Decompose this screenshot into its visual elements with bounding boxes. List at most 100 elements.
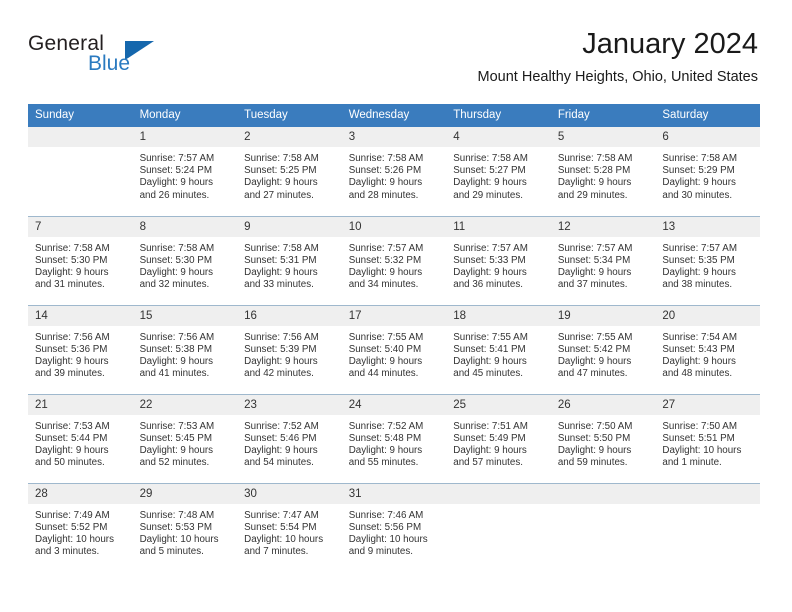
calendar-day-cell[interactable]: 24 Sunrise: 7:52 AM Sunset: 5:48 PM Dayligh… — [341, 393, 447, 483]
daylight-text-line1: Daylight: 9 hours — [453, 266, 527, 278]
daylight-text-line2: and 5 minutes. — [139, 546, 204, 558]
daylight-text-line1: Daylight: 9 hours — [557, 355, 632, 367]
calendar-day-cell[interactable]: 13 Sunrise: 7:57 AM Sunset: 5:35 PM Dayligh… — [655, 215, 760, 305]
day-sun-info: Sunrise: 7:58 AM Sunset: 5:27 PM Daylight:… — [446, 147, 551, 202]
calendar-day-cell[interactable]: 25 Sunrise: 7:51 AM Sunset: 5:49 PM Dayligh… — [446, 393, 551, 483]
day-number — [550, 483, 656, 504]
daylight-text-line1: Daylight: 9 hours — [35, 266, 109, 278]
title-block: January 2024 Mount Healthy Heights, Ohio… — [478, 26, 758, 88]
calendar-day-cell[interactable]: 26 Sunrise: 7:50 AM Sunset: 5:50 PM Dayligh… — [550, 393, 656, 483]
page-title: January 2024 — [582, 28, 758, 60]
daylight-text-line1: Daylight: 9 hours — [244, 177, 318, 189]
calendar-day-cell[interactable]: 20 Sunrise: 7:54 AM Sunset: 5:43 PM Dayligh… — [655, 304, 760, 394]
day-sun-info: Sunrise: 7:50 AM Sunset: 5:50 PM Daylight:… — [551, 415, 656, 470]
day-sun-info: Sunrise: 7:56 AM Sunset: 5:39 PM Daylight:… — [237, 326, 342, 381]
daylight-text-line1: Daylight: 9 hours — [139, 355, 214, 367]
day-number: 22 — [132, 394, 238, 415]
calendar-day-cell[interactable]: 5 Sunrise: 7:58 AM Sunset: 5:28 PM Daylight… — [550, 127, 656, 216]
calendar-day-cell[interactable]: 27 Sunrise: 7:50 AM Sunset: 5:51 PM Dayligh… — [655, 393, 760, 483]
calendar-day-cell[interactable]: 31 Sunrise: 7:46 AM Sunset: 5:56 PM Dayligh… — [341, 482, 447, 572]
sunset-text: Sunset: 5:35 PM — [662, 254, 735, 266]
daylight-text-line1: Daylight: 9 hours — [35, 355, 109, 367]
sunrise-text: Sunrise: 7:53 AM — [139, 420, 215, 432]
sunset-text: Sunset: 5:41 PM — [453, 343, 526, 355]
sunset-text: Sunset: 5:30 PM — [139, 254, 212, 266]
calendar-week-row: 7 Sunrise: 7:58 AM Sunset: 5:30 PM Daylight… — [28, 215, 760, 305]
calendar-week-row: 28 Sunrise: 7:49 AM Sunset: 5:52 PM Dayligh… — [28, 482, 760, 572]
sunrise-text: Sunrise: 7:57 AM — [139, 153, 215, 164]
calendar-day-cell[interactable]: 3 Sunrise: 7:58 AM Sunset: 5:26 PM Daylight… — [341, 127, 447, 216]
calendar-day-cell[interactable]: 28 Sunrise: 7:49 AM Sunset: 5:52 PM Dayligh… — [28, 482, 133, 572]
daylight-text-line2: and 3 minutes. — [35, 546, 100, 558]
calendar-day-cell[interactable]: 15 Sunrise: 7:56 AM Sunset: 5:38 PM Dayligh… — [132, 304, 238, 394]
sunrise-text: Sunrise: 7:54 AM — [662, 331, 737, 343]
calendar-day-cell[interactable]: 8 Sunrise: 7:58 AM Sunset: 5:30 PM Daylight… — [132, 215, 238, 305]
day-sun-info: Sunrise: 7:58 AM Sunset: 5:31 PM Daylight:… — [237, 237, 342, 292]
day-number: 26 — [550, 394, 656, 415]
day-number: 31 — [341, 483, 447, 504]
day-number: 9 — [237, 216, 342, 237]
sunset-text: Sunset: 5:50 PM — [557, 432, 631, 444]
sunrise-text: Sunrise: 7:58 AM — [244, 242, 319, 254]
day-number: 16 — [237, 305, 342, 326]
calendar-day-cell[interactable]: 10 Sunrise: 7:57 AM Sunset: 5:32 PM Dayligh… — [341, 215, 447, 305]
daylight-text-line1: Daylight: 10 hours — [348, 533, 428, 545]
day-sun-info: Sunrise: 7:57 AM Sunset: 5:35 PM Daylight:… — [655, 237, 760, 292]
day-number: 23 — [237, 394, 342, 415]
weekday-header-saturday: Saturday — [655, 104, 760, 127]
calendar-week-row: 1 Sunrise: 7:57 AM Sunset: 5:24 PM Daylight… — [28, 127, 760, 216]
calendar-day-cell[interactable]: 1 Sunrise: 7:57 AM Sunset: 5:24 PM Daylight… — [132, 127, 238, 216]
brand-logo[interactable]: General Blue — [28, 32, 208, 88]
calendar-day-cell[interactable]: 17 Sunrise: 7:55 AM Sunset: 5:40 PM Dayligh… — [341, 304, 447, 394]
day-sun-info: Sunrise: 7:55 AM Sunset: 5:40 PM Daylight:… — [342, 326, 447, 381]
daylight-text-line2: and 48 minutes. — [662, 368, 733, 380]
sunset-text: Sunset: 5:40 PM — [348, 343, 422, 355]
day-sun-info: Sunrise: 7:58 AM Sunset: 5:26 PM Daylight:… — [342, 147, 447, 202]
calendar-day-cell[interactable]: 7 Sunrise: 7:58 AM Sunset: 5:30 PM Daylight… — [28, 215, 133, 305]
day-number: 6 — [655, 127, 760, 147]
daylight-text-line2: and 26 minutes. — [139, 189, 210, 201]
sunrise-text: Sunrise: 7:53 AM — [35, 420, 110, 432]
calendar-day-cell[interactable]: 11 Sunrise: 7:57 AM Sunset: 5:33 PM Dayligh… — [446, 215, 551, 305]
calendar-day-cell[interactable]: 19 Sunrise: 7:55 AM Sunset: 5:42 PM Dayligh… — [550, 304, 656, 394]
sunset-text: Sunset: 5:51 PM — [662, 432, 735, 444]
day-number: 24 — [341, 394, 447, 415]
weekday-header-monday: Monday — [132, 104, 238, 127]
page-header: General Blue January 2024 Mount Healthy … — [28, 26, 758, 98]
day-number: 2 — [237, 127, 342, 147]
daylight-text-line2: and 29 minutes. — [453, 189, 523, 201]
day-number: 13 — [655, 216, 760, 237]
day-sun-info: Sunrise: 7:55 AM Sunset: 5:42 PM Daylight:… — [551, 326, 656, 381]
calendar-day-cell[interactable]: 9 Sunrise: 7:58 AM Sunset: 5:31 PM Daylight… — [237, 215, 342, 305]
daylight-text-line2: and 57 minutes. — [453, 457, 523, 469]
daylight-text-line1: Daylight: 10 hours — [35, 533, 114, 545]
day-sun-info: Sunrise: 7:52 AM Sunset: 5:48 PM Daylight:… — [342, 415, 447, 470]
calendar-day-cell[interactable]: 23 Sunrise: 7:52 AM Sunset: 5:46 PM Dayligh… — [237, 393, 342, 483]
calendar-day-cell[interactable]: 14 Sunrise: 7:56 AM Sunset: 5:36 PM Dayligh… — [28, 304, 133, 394]
sunrise-text: Sunrise: 7:56 AM — [35, 331, 110, 343]
calendar-day-cell[interactable]: 22 Sunrise: 7:53 AM Sunset: 5:45 PM Dayligh… — [132, 393, 238, 483]
day-sun-info: Sunrise: 7:58 AM Sunset: 5:25 PM Daylight:… — [237, 147, 342, 202]
day-number: 11 — [446, 216, 551, 237]
sunset-text: Sunset: 5:42 PM — [557, 343, 631, 355]
calendar-day-cell[interactable]: 12 Sunrise: 7:57 AM Sunset: 5:34 PM Dayligh… — [550, 215, 656, 305]
daylight-text-line1: Daylight: 9 hours — [453, 177, 527, 189]
sunset-text: Sunset: 5:45 PM — [139, 432, 212, 444]
daylight-text-line2: and 34 minutes. — [348, 279, 419, 291]
calendar-day-cell[interactable]: 29 Sunrise: 7:48 AM Sunset: 5:53 PM Dayligh… — [132, 482, 238, 572]
calendar-day-cell[interactable]: 4 Sunrise: 7:58 AM Sunset: 5:27 PM Daylight… — [446, 127, 551, 216]
day-number: 4 — [446, 127, 551, 147]
day-number: 15 — [132, 305, 238, 326]
sunrise-text: Sunrise: 7:49 AM — [35, 509, 110, 521]
calendar-day-cell[interactable]: 2 Sunrise: 7:58 AM Sunset: 5:25 PM Daylight… — [237, 127, 342, 216]
calendar-day-cell[interactable]: 21 Sunrise: 7:53 AM Sunset: 5:44 PM Dayligh… — [28, 393, 133, 483]
day-number: 21 — [28, 394, 133, 415]
calendar-day-cell[interactable]: 6 Sunrise: 7:58 AM Sunset: 5:29 PM Daylight… — [655, 127, 760, 216]
daylight-text-line2: and 31 minutes. — [35, 279, 105, 291]
sunrise-text: Sunrise: 7:57 AM — [348, 242, 424, 254]
day-number: 7 — [28, 216, 133, 237]
sunrise-text: Sunrise: 7:52 AM — [348, 420, 424, 432]
calendar-day-cell[interactable]: 16 Sunrise: 7:56 AM Sunset: 5:39 PM Dayligh… — [237, 304, 342, 394]
calendar-day-cell[interactable]: 18 Sunrise: 7:55 AM Sunset: 5:41 PM Dayligh… — [446, 304, 551, 394]
calendar-day-cell[interactable]: 30 Sunrise: 7:47 AM Sunset: 5:54 PM Dayligh… — [237, 482, 342, 572]
